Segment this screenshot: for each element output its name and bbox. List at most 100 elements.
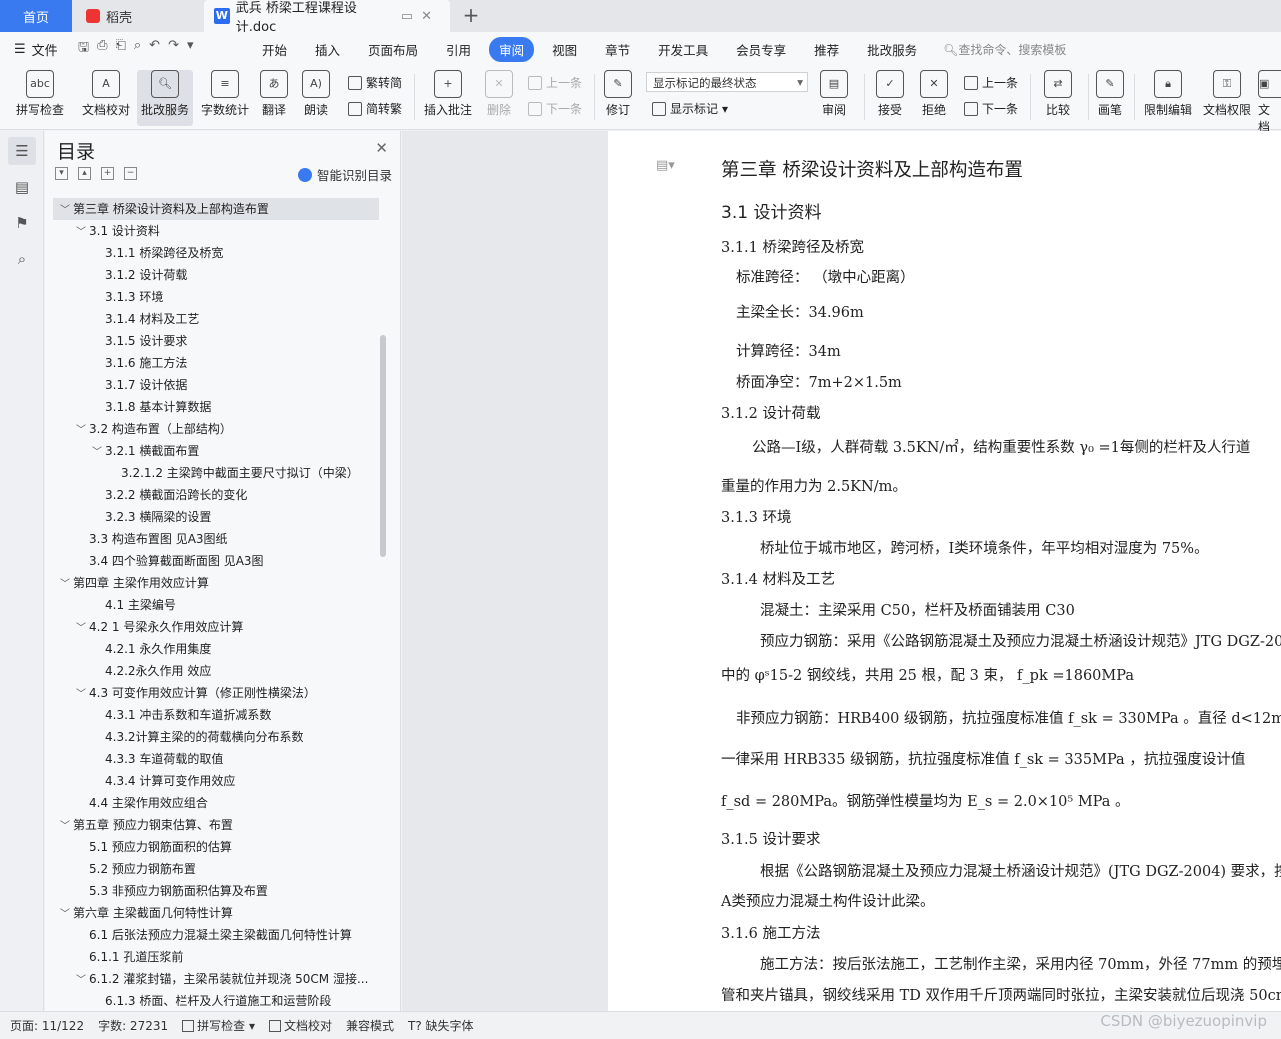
review-pane-button[interactable]: ▤ 审阅 <box>816 70 852 118</box>
menu-tab-2[interactable]: 页面布局 <box>358 37 428 62</box>
toc-item[interactable]: 3.2.1.2 主梁跨中截面主要尺寸拟订（中梁） <box>53 462 379 484</box>
menu-tab-4[interactable]: 审阅 <box>489 36 535 62</box>
menu-tab-8[interactable]: 会员专享 <box>726 37 796 62</box>
toc-item[interactable]: 3.2.3 横隔梁的设置 <box>53 506 379 528</box>
remove-heading-icon[interactable]: − <box>124 167 137 180</box>
chevron-down-icon[interactable]: ﹀ <box>89 442 105 462</box>
markup-state-select[interactable]: 显示标记的最终状态 <box>646 72 808 92</box>
chevron-down-icon[interactable]: ﹀ <box>73 618 89 638</box>
toc-item[interactable]: 6.1 后张法预应力混凝土梁主梁截面几何特性计算 <box>53 924 379 946</box>
doc-check-button[interactable]: A 文档校对 <box>78 70 134 118</box>
correct-service-button[interactable]: 🔍︎ 批改服务 <box>137 70 193 126</box>
toc-item[interactable]: 3.1.2 设计荷载 <box>53 264 379 286</box>
toc-item[interactable]: 4.2.1 永久作用集度 <box>53 638 379 660</box>
expand-up-icon[interactable]: ▴ <box>78 167 91 180</box>
tab-window-icon[interactable]: ▭ <box>401 9 421 24</box>
add-heading-icon[interactable]: + <box>101 167 114 180</box>
chevron-down-icon[interactable]: ﹀ <box>73 970 89 990</box>
next-comment-button[interactable]: 下一条 <box>528 100 582 117</box>
redo-icon[interactable]: ↷ <box>168 38 179 60</box>
chevron-down-icon[interactable]: ﹀ <box>73 420 89 440</box>
accept-button[interactable]: ✓ 接受 <box>872 70 908 118</box>
toc-item[interactable]: 3.1.8 基本计算数据 <box>53 396 379 418</box>
trad-to-simp-button[interactable]: 繁转简 <box>348 74 402 91</box>
toc-item[interactable]: 4.3.1 冲击系数和车道折减系数 <box>53 704 379 726</box>
translate-button[interactable]: あ翻译 <box>256 70 292 118</box>
chapter-pane-icon[interactable]: ▤ <box>8 173 36 201</box>
save-icon[interactable]: 🖫 <box>78 38 89 60</box>
toc-item[interactable]: ﹀ 3.2 构造布置（上部结构） <box>53 418 379 440</box>
toc-item[interactable]: 4.3.2计算主梁的的荷载横向分布系数 <box>53 726 379 748</box>
reject-button[interactable]: ✕ 拒绝 <box>916 70 952 118</box>
toc-item[interactable]: 3.4 四个验算截面断面图 见A3图 <box>53 550 379 572</box>
compare-button[interactable]: ⇄ 比较 <box>1038 70 1078 118</box>
toc-item[interactable]: 5.3 非预应力钢筋面积估算及布置 <box>53 880 379 902</box>
tab-daoke[interactable]: 稻壳 <box>76 0 200 32</box>
restrict-edit-button[interactable]: 🔒︎ 限制编辑 <box>1140 70 1196 118</box>
toc-item[interactable]: ﹀ 第四章 主梁作用效应计算 <box>53 572 379 594</box>
chevron-down-icon[interactable]: ﹀ <box>57 200 73 220</box>
tab-home[interactable]: 首页 <box>0 0 72 32</box>
toc-item[interactable]: 4.1 主梁编号 <box>53 594 379 616</box>
menu-tab-5[interactable]: 视图 <box>542 37 587 62</box>
word-count-button[interactable]: ≡ 字数统计 <box>198 70 252 118</box>
toc-item[interactable]: ﹀ 第五章 预应力钢束估算、布置 <box>53 814 379 836</box>
document-canvas[interactable]: ▤▾ 第三章 桥梁设计资料及上部构造布置 3.1 设计资料 3.1.1 桥梁跨径及桥… <box>402 131 1281 1011</box>
toc-item[interactable]: 3.1.1 桥梁跨径及桥宽 <box>53 242 379 264</box>
toc-scrollbar[interactable] <box>380 335 386 557</box>
toc-item[interactable]: 6.1.3 桥面、栏杆及人行道施工和运营阶段 <box>53 990 379 1006</box>
toc-item[interactable]: 4.3.4 计算可变作用效应 <box>53 770 379 792</box>
spell-check-button[interactable]: abc 拼写检查 <box>10 70 70 118</box>
simp-to-trad-button[interactable]: 简转繁 <box>348 100 402 117</box>
tab-close-icon[interactable]: ✕ <box>421 9 440 24</box>
prev-revision-button[interactable]: 上一条 <box>964 74 1018 91</box>
toc-item[interactable]: ﹀ 第六章 主梁截面几何特性计算 <box>53 902 379 924</box>
export-pdf-icon[interactable]: ⎙ <box>97 38 107 60</box>
menu-tab-10[interactable]: 批改服务 <box>857 37 927 62</box>
close-icon[interactable]: ✕ <box>375 139 388 157</box>
chevron-down-icon[interactable]: ﹀ <box>57 816 73 836</box>
word-count[interactable]: 字数: 27231 <box>98 1017 168 1034</box>
doc-more-button[interactable]: ▣ 文档 <box>1258 70 1281 135</box>
toc-pane-icon[interactable]: ☰ <box>8 137 36 165</box>
doc-permission-button[interactable]: ⚿ 文档权限 <box>1200 70 1254 118</box>
smart-toc-button[interactable]: 智能识别目录 <box>297 165 392 184</box>
read-aloud-button[interactable]: A) 朗读 <box>300 70 332 118</box>
toc-item[interactable]: ﹀ 3.1 设计资料 <box>53 220 379 242</box>
status-proof[interactable]: 文档校对 <box>268 1017 332 1034</box>
toc-item[interactable]: 3.1.3 环境 <box>53 286 379 308</box>
menu-tab-0[interactable]: 开始 <box>252 37 297 62</box>
command-search[interactable]: 🔍︎查找命令、搜索模板 <box>943 41 1066 58</box>
prev-comment-button[interactable]: 上一条 <box>528 74 582 91</box>
find-icon[interactable]: ⌕ <box>8 245 36 273</box>
menu-tab-6[interactable]: 章节 <box>595 37 640 62</box>
missing-font[interactable]: T? 缺失字体 <box>408 1017 474 1034</box>
toc-item[interactable]: 3.1.7 设计依据 <box>53 374 379 396</box>
tab-document[interactable]: W 武兵 桥梁工程课程设计.doc ▭✕ <box>204 0 450 35</box>
print-preview-icon[interactable]: ⌕ <box>134 38 141 60</box>
page-indicator[interactable]: 页面: 11/122 <box>10 1017 84 1034</box>
delete-comment-button[interactable]: ✕ 删除 <box>480 70 518 118</box>
chevron-down-icon[interactable]: ﹀ <box>73 684 89 704</box>
undo-icon[interactable]: ↶ <box>149 38 160 60</box>
toc-item[interactable]: 5.1 预应力钢筋面积的估算 <box>53 836 379 858</box>
toc-item[interactable]: 3.2.2 横截面沿跨长的变化 <box>53 484 379 506</box>
toc-item[interactable]: 4.4 主梁作用效应组合 <box>53 792 379 814</box>
revise-button[interactable]: ✎ 修订 <box>600 70 636 118</box>
show-markup-button[interactable]: 显示标记 ▾ <box>652 100 728 117</box>
toc-item[interactable]: 3.3 构造布置图 见A3图纸 <box>53 528 379 550</box>
collapse-all-icon[interactable]: ▾ <box>55 167 68 180</box>
file-menu[interactable]: ☰ 文件 <box>0 40 72 59</box>
print-icon[interactable]: ⎗ <box>115 38 125 60</box>
bookmark-icon[interactable]: ⚑ <box>8 209 36 237</box>
pen-button[interactable]: ✎ 画笔 <box>1094 70 1126 118</box>
toc-item[interactable]: 4.2.2永久作用 效应 <box>53 660 379 682</box>
status-spell-check[interactable]: 拼写检查 ▾ <box>182 1017 255 1034</box>
menu-tab-7[interactable]: 开发工具 <box>648 37 718 62</box>
menu-tab-3[interactable]: 引用 <box>436 37 481 62</box>
new-tab-button[interactable]: + <box>460 4 482 26</box>
toc-item[interactable]: ﹀ 4.3 可变作用效应计算（修正刚性横梁法） <box>53 682 379 704</box>
insert-comment-button[interactable]: + 插入批注 <box>420 70 476 118</box>
toc-item[interactable]: 6.1.1 孔道压浆前 <box>53 946 379 968</box>
toc-item[interactable]: 5.2 预应力钢筋布置 <box>53 858 379 880</box>
